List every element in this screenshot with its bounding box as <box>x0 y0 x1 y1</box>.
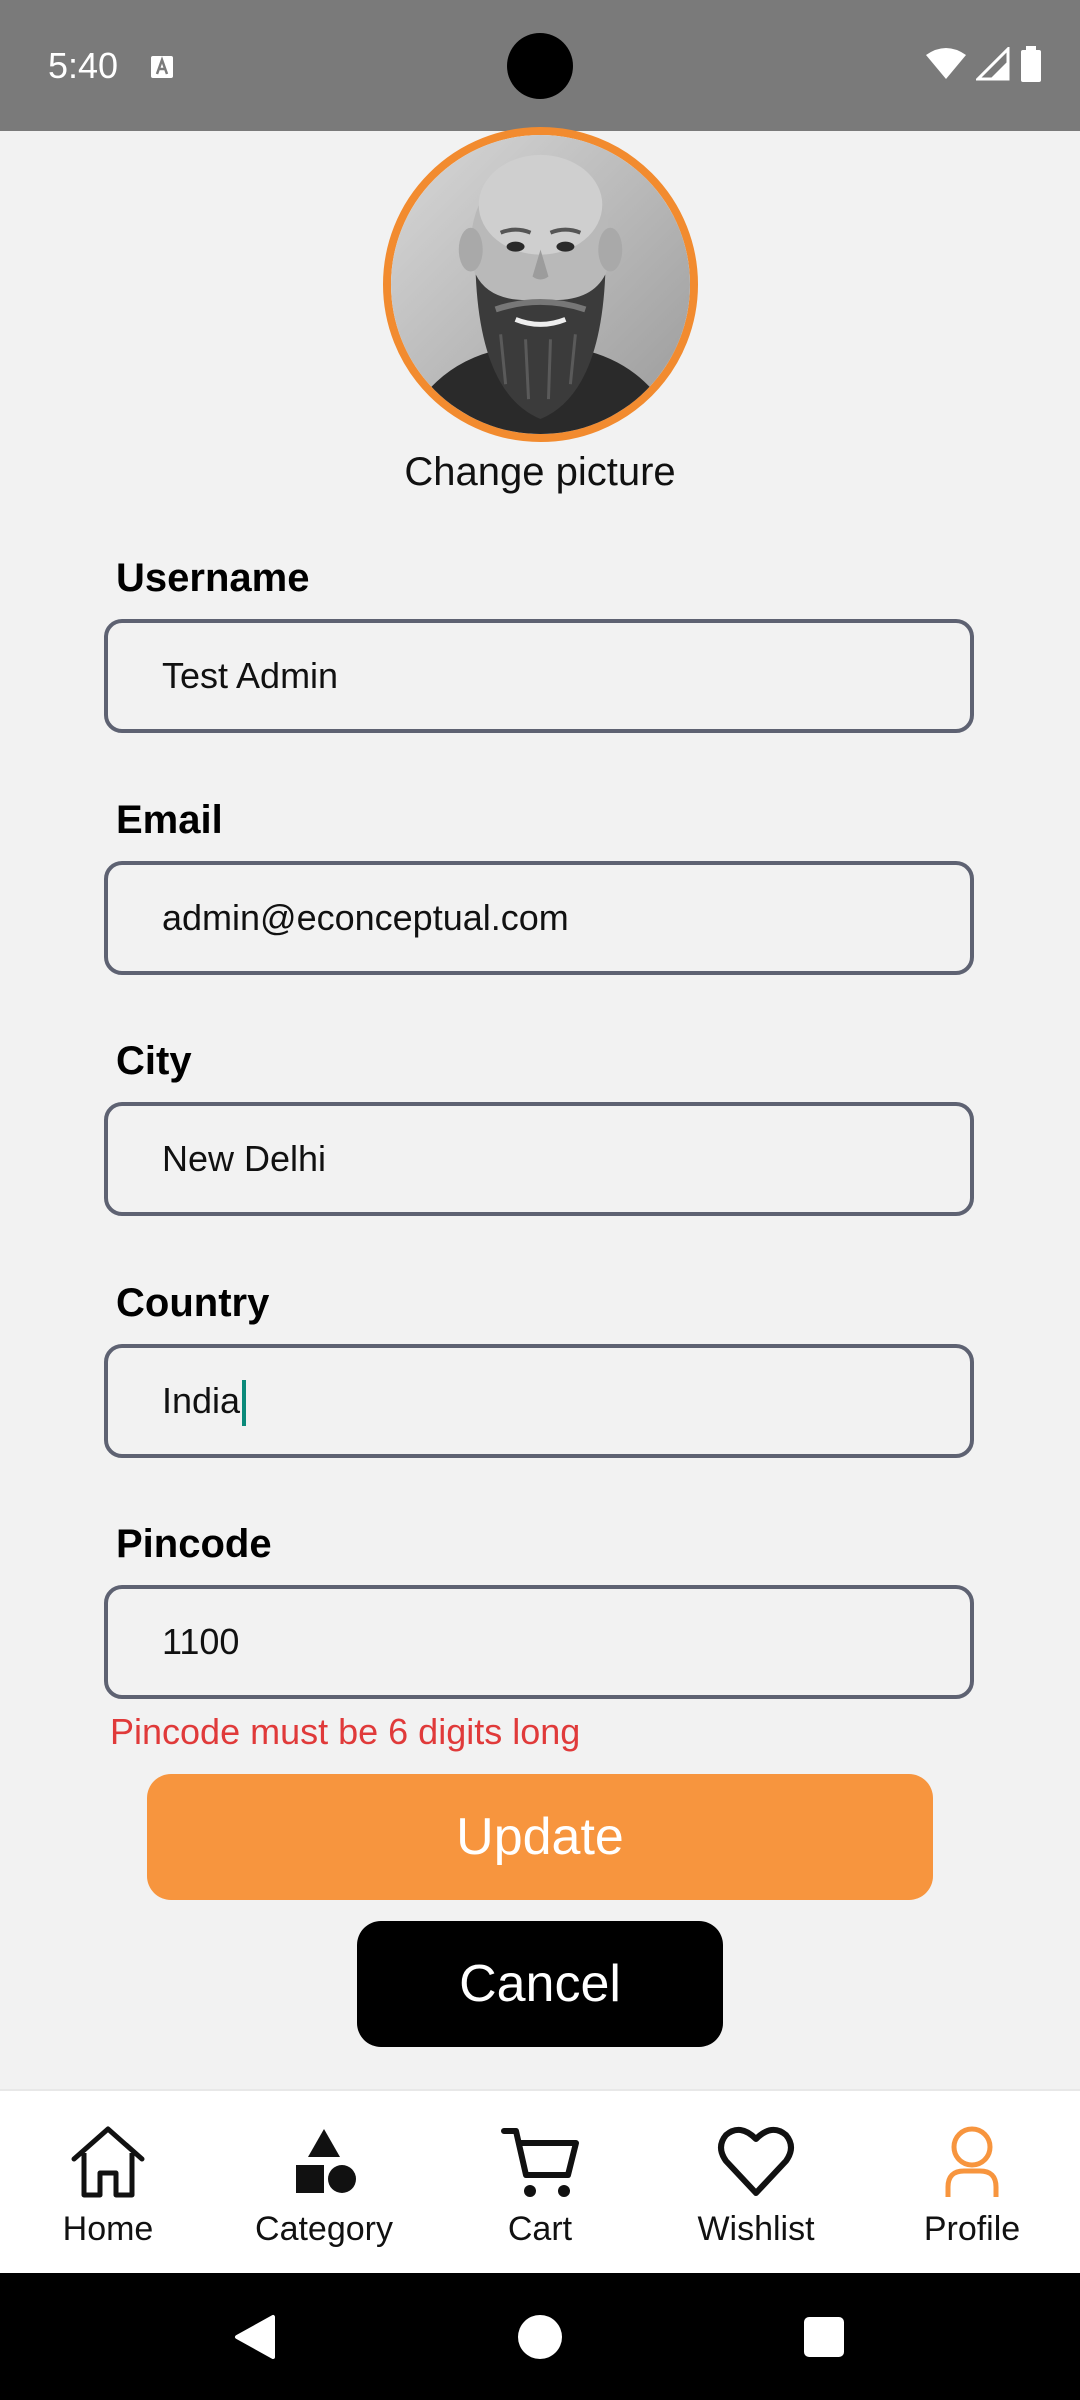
country-input-value: India <box>162 1380 241 1421</box>
system-navigation-bar <box>0 2273 1080 2400</box>
back-icon[interactable] <box>233 2313 277 2361</box>
status-bar: 5:40 <box>0 0 1080 131</box>
update-button[interactable]: Update <box>147 1774 933 1900</box>
pincode-field[interactable]: 1100 <box>104 1585 974 1699</box>
cancel-button[interactable]: Cancel <box>357 1921 723 2047</box>
country-label: Country <box>116 1281 270 1325</box>
battery-icon <box>1020 45 1042 87</box>
nav-item-profile[interactable]: Profile <box>864 2091 1080 2275</box>
home-circle-icon[interactable] <box>516 2313 564 2361</box>
home-icon <box>71 2126 145 2198</box>
avatar-portrait-image <box>391 135 690 434</box>
city-input[interactable]: New Delhi <box>162 1106 950 1212</box>
country-field[interactable]: India <box>104 1344 974 1458</box>
city-field[interactable]: New Delhi <box>104 1102 974 1216</box>
nav-item-home[interactable]: Home <box>0 2091 216 2275</box>
username-input[interactable]: Test Admin <box>162 623 950 729</box>
nav-label-cart: Cart <box>507 2210 573 2248</box>
pincode-label: Pincode <box>116 1522 272 1566</box>
profile-avatar[interactable] <box>383 127 698 442</box>
nav-label-home: Home <box>62 2210 154 2248</box>
country-input[interactable]: India <box>162 1348 950 1454</box>
email-field[interactable]: admin@econceptual.com <box>104 861 974 975</box>
email-input[interactable]: admin@econceptual.com <box>162 865 950 971</box>
status-time: 5:40 <box>48 45 119 86</box>
email-label: Email <box>116 798 223 842</box>
username-field[interactable]: Test Admin <box>104 619 974 733</box>
nav-label-wishlist: Wishlist <box>697 2210 815 2248</box>
nav-label-profile: Profile <box>923 2210 1021 2248</box>
nav-item-category[interactable]: Category <box>216 2091 432 2275</box>
recents-square-icon[interactable] <box>803 2316 845 2358</box>
pincode-error-message: Pincode must be 6 digits long <box>110 1711 581 1752</box>
signal-icon <box>974 44 1010 86</box>
nav-label-category: Category <box>255 2210 393 2248</box>
status-icons <box>926 44 1042 87</box>
bottom-navigation: Home Category Cart Wishlist Profile <box>0 2089 1080 2273</box>
text-cursor <box>242 1380 247 1427</box>
notification-a-icon <box>150 55 174 79</box>
nav-item-cart[interactable]: Cart <box>432 2091 648 2275</box>
person-icon <box>945 2126 999 2197</box>
cart-icon <box>501 2128 579 2197</box>
category-icon <box>296 2129 356 2193</box>
change-picture-link[interactable]: Change picture <box>0 444 1080 500</box>
city-label: City <box>116 1039 192 1083</box>
heart-icon <box>718 2126 794 2196</box>
wifi-icon <box>926 47 966 86</box>
pincode-input[interactable]: 1100 <box>162 1589 950 1695</box>
username-label: Username <box>116 556 310 600</box>
camera-cutout <box>507 33 573 99</box>
nav-item-wishlist[interactable]: Wishlist <box>648 2091 864 2275</box>
